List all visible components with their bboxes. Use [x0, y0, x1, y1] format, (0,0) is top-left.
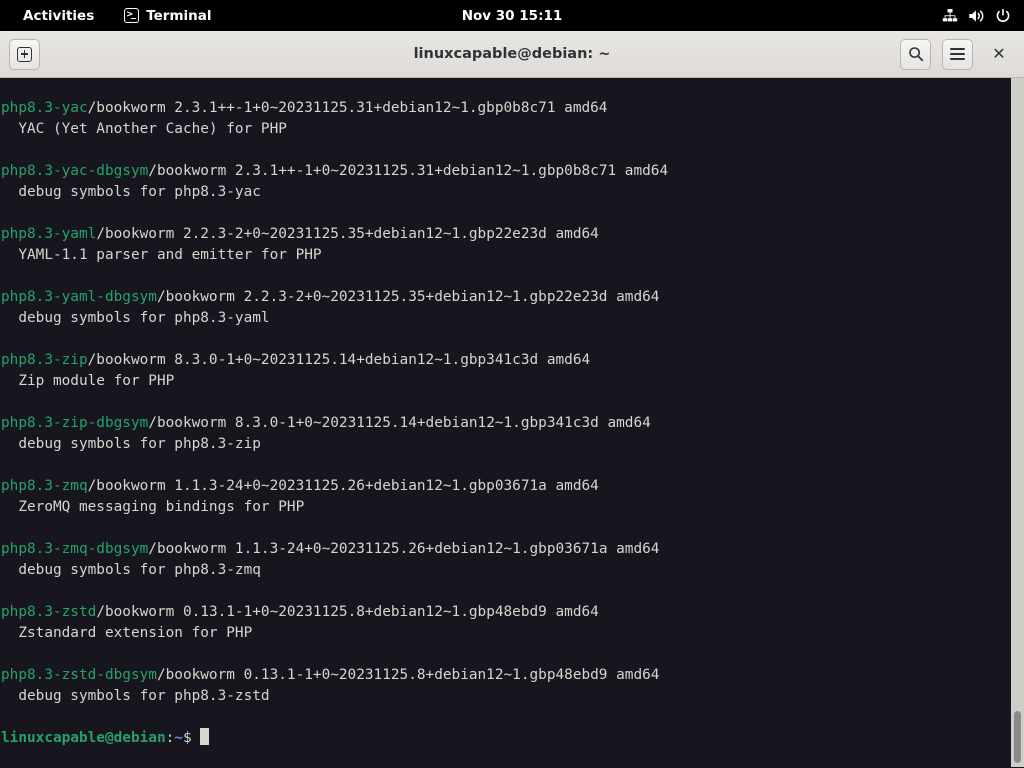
package-line: php8.3-zstd/bookworm 0.13.1-1+0~20231125…	[1, 602, 668, 623]
blank-line	[1, 329, 668, 350]
package-description: debug symbols for php8.3-zmq	[1, 560, 668, 581]
package-line: php8.3-yaml/bookworm 2.2.3-2+0~20231125.…	[1, 224, 668, 245]
blank-line	[1, 392, 668, 413]
package-name: php8.3-yac	[1, 100, 88, 116]
terminal-text: php8.3-yac/bookworm 2.3.1++-1+0~20231125…	[0, 78, 668, 749]
package-description: Zip module for PHP	[1, 371, 668, 392]
search-icon	[908, 46, 924, 62]
blank-line	[1, 581, 668, 602]
prompt-user-host: linuxcapable@debian	[1, 730, 166, 746]
package-version: /bookworm 0.13.1-1+0~20231125.8+debian12…	[96, 604, 599, 620]
package-description: debug symbols for php8.3-zstd	[1, 686, 668, 707]
package-name: php8.3-zip	[1, 352, 88, 368]
package-version: /bookworm 2.3.1++-1+0~20231125.31+debian…	[88, 100, 608, 116]
activities-button[interactable]: Activities	[14, 5, 103, 27]
package-version: /bookworm 0.13.1-1+0~20231125.8+debian12…	[157, 667, 660, 683]
package-version: /bookworm 8.3.0-1+0~20231125.14+debian12…	[148, 415, 651, 431]
window-title: linuxcapable@debian: ~	[0, 46, 1024, 62]
package-line: php8.3-zmq-dbgsym/bookworm 1.1.3-24+0~20…	[1, 539, 668, 560]
terminal-icon	[124, 8, 139, 23]
package-line: php8.3-zip-dbgsym/bookworm 8.3.0-1+0~202…	[1, 413, 668, 434]
package-description: YAML-1.1 parser and emitter for PHP	[1, 245, 668, 266]
blank-line	[1, 266, 668, 287]
app-indicator-terminal[interactable]: Terminal	[115, 5, 220, 27]
package-name: php8.3-yaml	[1, 226, 96, 242]
clock-datetime[interactable]: Nov 30 15:11	[452, 5, 573, 27]
terminal-window: linuxcapable@debian: ~ ✕	[0, 31, 1024, 768]
menu-button[interactable]	[942, 39, 973, 70]
app-indicator-label: Terminal	[146, 8, 211, 24]
new-tab-button[interactable]	[9, 39, 40, 70]
gnome-top-bar: Activities Terminal Nov 30 15:11	[0, 0, 1024, 31]
blank-line	[1, 455, 668, 476]
package-version: /bookworm 2.2.3-2+0~20231125.35+debian12…	[157, 289, 660, 305]
package-description: debug symbols for php8.3-zip	[1, 434, 668, 455]
package-line: php8.3-zstd-dbgsym/bookworm 0.13.1-1+0~2…	[1, 665, 668, 686]
terminal-output-area[interactable]: php8.3-yac/bookworm 2.3.1++-1+0~20231125…	[0, 78, 1024, 767]
package-name: php8.3-zip-dbgsym	[1, 415, 148, 431]
blank-line	[1, 140, 668, 161]
scrollbar-thumb[interactable]	[1014, 711, 1021, 763]
package-name: php8.3-zstd-dbgsym	[1, 667, 157, 683]
top-bar-left-group: Activities Terminal	[0, 5, 221, 27]
package-version: /bookworm 2.2.3-2+0~20231125.35+debian12…	[96, 226, 599, 242]
package-description: YAC (Yet Another Cache) for PHP	[1, 119, 668, 140]
prompt-separator: :	[166, 730, 175, 746]
search-button[interactable]	[900, 39, 931, 70]
prompt-path: ~	[174, 730, 183, 746]
terminal-scrollbar[interactable]	[1011, 78, 1024, 767]
system-status-area[interactable]	[942, 8, 1011, 24]
package-name: php8.3-zmq	[1, 478, 88, 494]
hamburger-menu-icon	[950, 48, 965, 60]
package-line: php8.3-yac/bookworm 2.3.1++-1+0~20231125…	[1, 98, 668, 119]
blank-line	[1, 707, 668, 728]
package-description: Zstandard extension for PHP	[1, 623, 668, 644]
package-description: ZeroMQ messaging bindings for PHP	[1, 497, 668, 518]
package-name: php8.3-yaml-dbgsym	[1, 289, 157, 305]
volume-icon	[968, 8, 985, 24]
package-version: /bookworm 1.1.3-24+0~20231125.26+debian1…	[88, 478, 599, 494]
screen: Activities Terminal Nov 30 15:11	[0, 0, 1024, 768]
network-wired-icon	[942, 8, 958, 24]
blank-line	[1, 644, 668, 665]
package-line: php8.3-yac-dbgsym/bookworm 2.3.1++-1+0~2…	[1, 161, 668, 182]
blank-line	[1, 203, 668, 224]
package-name: php8.3-zmq-dbgsym	[1, 541, 148, 557]
close-icon: ✕	[992, 46, 1005, 62]
package-version: /bookworm 1.1.3-24+0~20231125.26+debian1…	[148, 541, 659, 557]
power-icon	[995, 8, 1011, 24]
prompt-sigil: $	[183, 730, 192, 746]
package-line: php8.3-yaml-dbgsym/bookworm 2.2.3-2+0~20…	[1, 287, 668, 308]
close-window-button[interactable]: ✕	[984, 39, 1014, 69]
package-description: debug symbols for php8.3-yaml	[1, 308, 668, 329]
package-version: /bookworm 8.3.0-1+0~20231125.14+debian12…	[88, 352, 591, 368]
package-description: debug symbols for php8.3-yac	[1, 182, 668, 203]
text-cursor	[200, 728, 209, 745]
package-version: /bookworm 2.3.1++-1+0~20231125.31+debian…	[148, 163, 668, 179]
blank-line	[1, 518, 668, 539]
titlebar-right-buttons: ✕	[900, 39, 1014, 70]
package-line: php8.3-zip/bookworm 8.3.0-1+0~20231125.1…	[1, 350, 668, 371]
titlebar-left-buttons	[9, 39, 40, 70]
window-titlebar[interactable]: linuxcapable@debian: ~ ✕	[0, 31, 1024, 78]
package-name: php8.3-yac-dbgsym	[1, 163, 148, 179]
package-line: php8.3-zmq/bookworm 1.1.3-24+0~20231125.…	[1, 476, 668, 497]
package-name: php8.3-zstd	[1, 604, 96, 620]
new-tab-icon	[17, 47, 32, 62]
shell-prompt-line[interactable]: linuxcapable@debian:~$	[1, 728, 668, 749]
